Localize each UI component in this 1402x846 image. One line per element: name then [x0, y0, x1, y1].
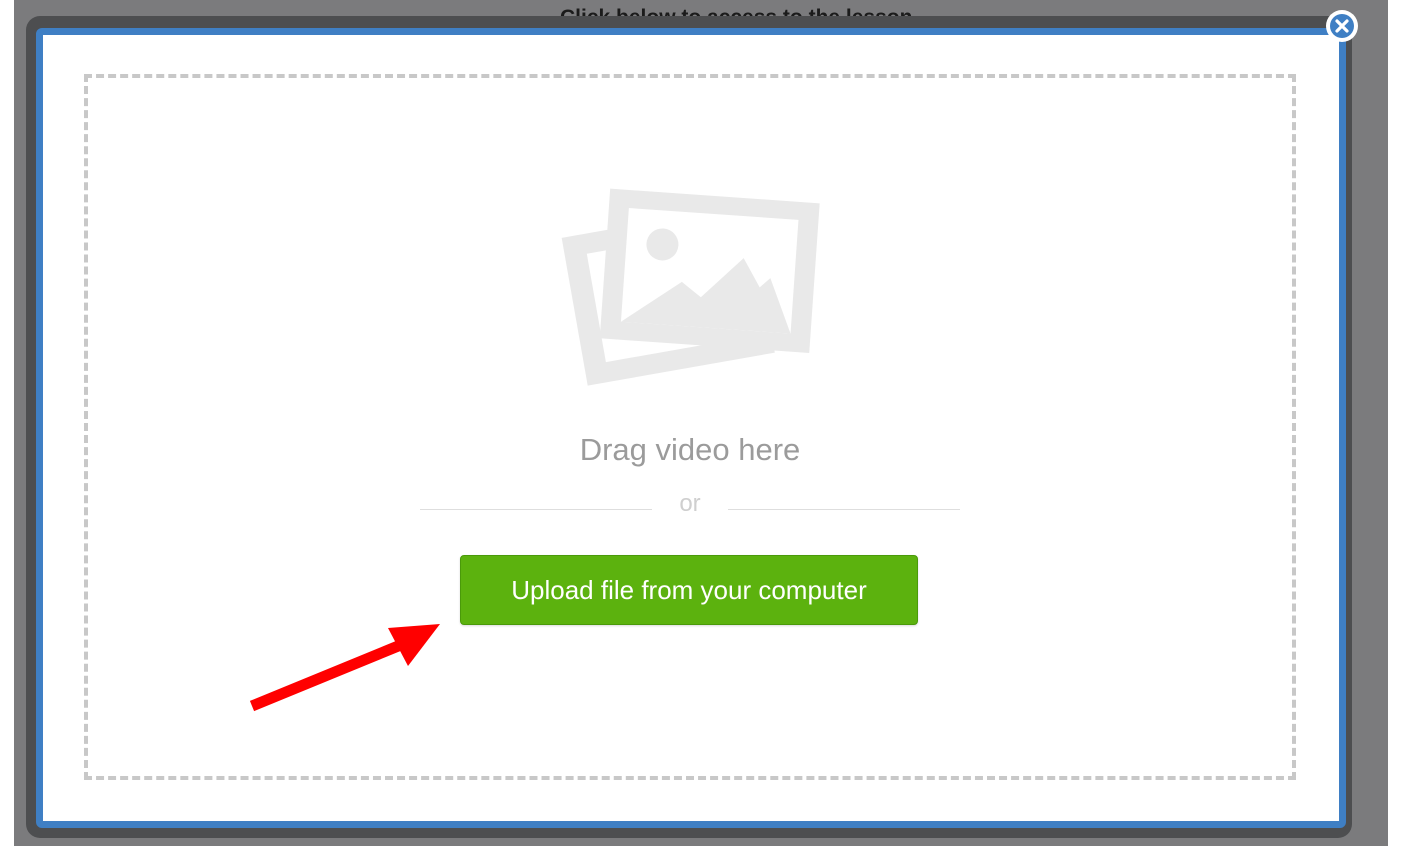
- or-divider-line-right: [728, 509, 960, 510]
- or-divider: or: [420, 490, 960, 522]
- drag-video-text: Drag video here: [579, 432, 801, 467]
- or-divider-line-left: [420, 509, 652, 510]
- photo-placeholder-icon: [552, 176, 832, 406]
- red-arrow-icon: [240, 614, 450, 714]
- close-icon[interactable]: [1326, 10, 1358, 42]
- or-text: or: [679, 490, 701, 517]
- upload-file-button[interactable]: Upload file from your computer: [460, 555, 918, 625]
